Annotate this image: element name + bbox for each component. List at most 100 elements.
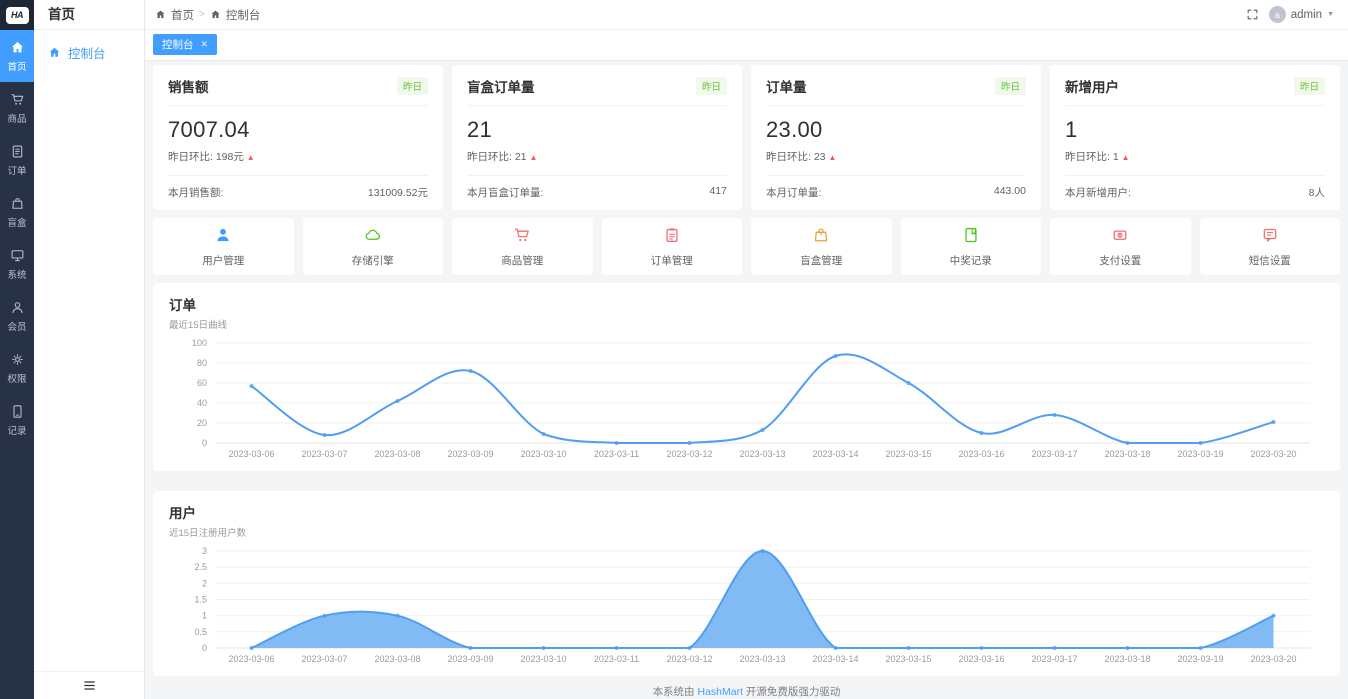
chevron-down-icon: ▼: [1327, 11, 1334, 18]
breadcrumb-item[interactable]: 首页: [171, 7, 194, 23]
rail-item-5[interactable]: 会员: [0, 290, 34, 342]
order-icon: [10, 144, 25, 159]
action-label: 订单管理: [651, 253, 693, 268]
trend-up-icon: ▲: [529, 153, 537, 162]
sidebar-footer: [34, 671, 144, 699]
main-column: 首页> 控制台 a admin ▼ 控制台 ✕ 销售额 昨日 7007.04 昨…: [145, 0, 1348, 699]
stat-value: 7007.04: [168, 117, 428, 143]
chart-title: 订单: [169, 294, 1324, 314]
svg-text:2023-03-19: 2023-03-19: [1177, 654, 1223, 664]
sidebar-menu: 控制台: [34, 30, 144, 75]
stat-title: 盲盒订单量: [467, 76, 535, 96]
stat-compare: 昨日环比: 23 ▲: [766, 149, 1026, 164]
rail-item-3[interactable]: 盲盒: [0, 186, 34, 238]
breadcrumb: 首页> 控制台: [155, 7, 260, 23]
stat-title: 销售额: [168, 76, 209, 96]
stat-badge: 昨日: [1294, 77, 1325, 95]
action-label: 支付设置: [1099, 253, 1141, 268]
close-icon[interactable]: ✕: [201, 39, 209, 50]
svg-text:40: 40: [197, 398, 207, 408]
rail-item-4[interactable]: 系统: [0, 238, 34, 290]
svg-text:2023-03-12: 2023-03-12: [666, 449, 712, 459]
bag-icon: [812, 226, 830, 244]
fullscreen-icon[interactable]: [1246, 8, 1259, 21]
svg-text:2023-03-10: 2023-03-10: [520, 654, 566, 664]
action-6[interactable]: 支付设置: [1050, 218, 1191, 275]
tab-0[interactable]: 控制台 ✕: [153, 34, 217, 55]
avatar: a: [1269, 6, 1286, 23]
chart-card-1: 用户 近15日注册用户数 00.511.522.532023-03-062023…: [153, 491, 1340, 676]
rail-item-6[interactable]: 权限: [0, 342, 34, 394]
action-1[interactable]: 存储引擎: [303, 218, 444, 275]
cart-icon: [513, 226, 531, 244]
stat-title: 新增用户: [1065, 76, 1119, 96]
svg-text:0: 0: [202, 438, 207, 448]
action-2[interactable]: 商品管理: [452, 218, 593, 275]
gear-icon: [10, 352, 25, 367]
area-chart: 00.511.522.532023-03-062023-03-072023-03…: [169, 543, 1324, 668]
home-icon: [48, 46, 61, 59]
action-label: 用户管理: [202, 253, 244, 268]
stat-compare: 昨日环比: 198元 ▲: [168, 149, 428, 164]
action-0[interactable]: 用户管理: [153, 218, 294, 275]
action-label: 短信设置: [1249, 253, 1291, 268]
user-name: admin: [1291, 9, 1322, 21]
line-chart: 0204060801002023-03-062023-03-072023-03-…: [169, 335, 1324, 463]
footer-text-prefix: 本系统由: [653, 686, 695, 698]
svg-text:2023-03-06: 2023-03-06: [228, 654, 274, 664]
action-7[interactable]: 短信设置: [1200, 218, 1341, 275]
user-menu[interactable]: a admin ▼: [1269, 6, 1334, 23]
clipboard-icon: [663, 226, 681, 244]
collapse-menu-icon[interactable]: [83, 679, 96, 692]
action-3[interactable]: 订单管理: [602, 218, 743, 275]
record-icon: [10, 404, 25, 419]
rail-item-2[interactable]: 订单: [0, 134, 34, 186]
stat-value: 1: [1065, 117, 1325, 143]
rail-items: 首页 商品 订单 盲盒 系统 会员 权限 记录: [0, 30, 34, 446]
footer-brand-link[interactable]: HashMart: [697, 686, 743, 698]
rail-item-label: 权限: [7, 371, 26, 385]
rail-item-label: 系统: [7, 267, 26, 281]
stat-footer-value: 443.00: [994, 185, 1026, 200]
svg-text:2023-03-07: 2023-03-07: [301, 449, 347, 459]
stat-badge: 昨日: [397, 77, 428, 95]
book-icon: [962, 226, 980, 244]
svg-text:2023-03-20: 2023-03-20: [1250, 449, 1296, 459]
sidebar-section-title: 首页: [34, 0, 144, 30]
rail-item-7[interactable]: 记录: [0, 394, 34, 446]
svg-text:2023-03-18: 2023-03-18: [1104, 449, 1150, 459]
sidebar-item-0[interactable]: 控制台: [34, 30, 144, 75]
svg-text:2023-03-13: 2023-03-13: [739, 449, 785, 459]
stat-value: 23.00: [766, 117, 1026, 143]
svg-text:2023-03-09: 2023-03-09: [447, 449, 493, 459]
rail-item-label: 盲盒: [7, 215, 26, 229]
action-5[interactable]: 中奖记录: [901, 218, 1042, 275]
chart-subtitle: 最近15日曲线: [169, 317, 1324, 331]
secondary-sidebar: 首页 控制台: [34, 0, 145, 699]
logo-mark: HA: [6, 7, 29, 24]
rail-item-label: 记录: [7, 423, 26, 437]
svg-text:2023-03-11: 2023-03-11: [594, 654, 639, 664]
home-icon: [10, 40, 25, 55]
breadcrumb-item[interactable]: 控制台: [226, 7, 261, 23]
rail-item-1[interactable]: 商品: [0, 82, 34, 134]
svg-text:2023-03-15: 2023-03-15: [885, 654, 931, 664]
svg-text:0: 0: [202, 643, 207, 653]
svg-text:1.5: 1.5: [194, 595, 207, 605]
app-logo[interactable]: HA: [0, 0, 34, 30]
svg-text:0.5: 0.5: [194, 627, 207, 637]
svg-text:2.5: 2.5: [194, 562, 207, 572]
svg-text:2023-03-13: 2023-03-13: [739, 654, 785, 664]
svg-text:2023-03-14: 2023-03-14: [812, 654, 858, 664]
tab-bar: 控制台 ✕: [145, 30, 1348, 61]
action-4[interactable]: 盲盒管理: [751, 218, 892, 275]
stat-footer-value: 417: [709, 185, 727, 200]
trend-up-icon: ▲: [247, 153, 255, 162]
svg-text:2023-03-16: 2023-03-16: [958, 449, 1004, 459]
svg-text:2023-03-12: 2023-03-12: [666, 654, 712, 664]
rail-item-0[interactable]: 首页: [0, 30, 34, 82]
footer-text-suffix: 开源免费版强力驱动: [746, 686, 841, 698]
svg-text:60: 60: [197, 378, 207, 388]
svg-text:2023-03-18: 2023-03-18: [1104, 654, 1150, 664]
icon-rail: HA 首页 商品 订单 盲盒 系统 会员 权限 记录: [0, 0, 34, 699]
